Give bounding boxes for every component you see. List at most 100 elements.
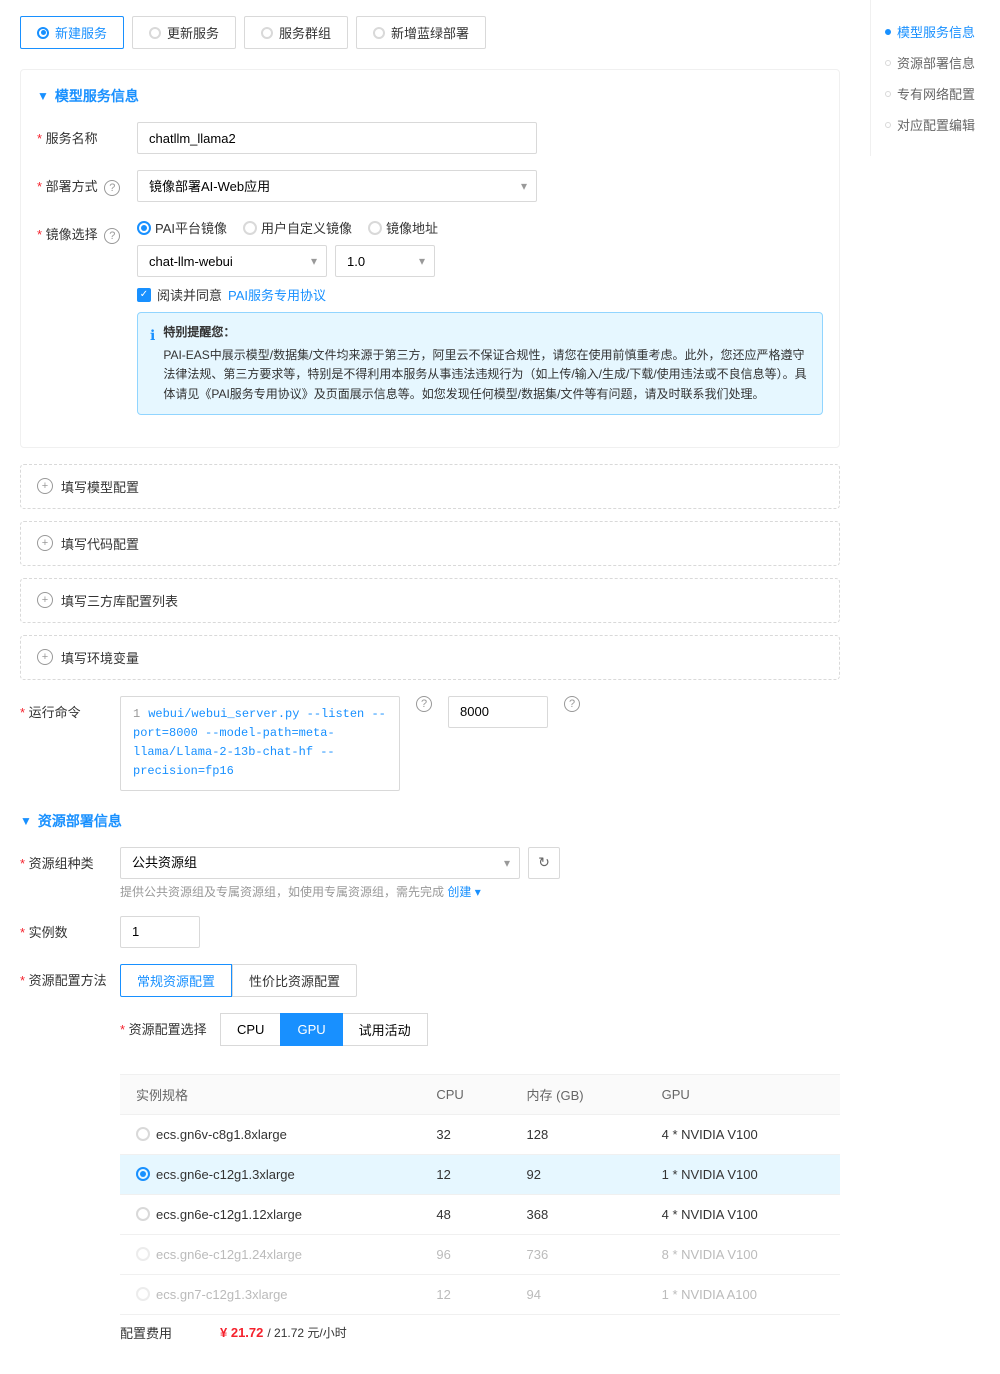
run-command-textarea[interactable]: 1webui/webui_server.py --listen --port=8… xyxy=(120,696,400,791)
cell-memory-2: 92 xyxy=(511,1154,646,1194)
radio-address-dot xyxy=(368,221,382,235)
cost-row: 配置费用 ¥ 21.72 / 21.72 元/小时 xyxy=(120,1323,840,1342)
run-command-content: 1webui/webui_server.py --listen --port=8… xyxy=(120,696,840,791)
image-select-help-icon[interactable]: ? xyxy=(104,228,120,244)
image-version-select[interactable]: 1.0 xyxy=(335,245,435,277)
row-radio-4 xyxy=(136,1247,150,1261)
plus-icon-third: + xyxy=(37,592,53,608)
create-link[interactable]: 创建 xyxy=(447,885,471,899)
resource-title: 资源部署信息 xyxy=(38,811,122,831)
instance-table-body: ecs.gn6v-c8g1.8xlarge 32 128 4 * NVIDIA … xyxy=(120,1114,840,1314)
dropdown-link[interactable]: ▾ xyxy=(475,885,481,899)
instance-table-head: 实例规格 CPU 内存 (GB) GPU xyxy=(120,1074,840,1114)
collapse-icon[interactable]: ▼ xyxy=(37,89,49,103)
info-icon: ℹ xyxy=(150,324,155,404)
cell-gpu-3: 4 * NVIDIA V100 xyxy=(646,1194,840,1234)
nav-circle-resource xyxy=(885,60,891,66)
nav-model-info-label: 模型服务信息 xyxy=(897,22,975,41)
tab-radio-blue xyxy=(373,27,385,39)
tab-update-service[interactable]: 更新服务 xyxy=(132,16,236,49)
tab-blue-green-label: 新增蓝绿部署 xyxy=(391,23,469,42)
image-name-wrapper: chat-llm-webui xyxy=(137,245,327,277)
resource-config-method-row: 资源配置方法 常规资源配置 性价比资源配置 资源配置选择 xyxy=(20,964,840,1342)
trial-button[interactable]: 试用活动 xyxy=(342,1013,428,1046)
radio-pai[interactable]: PAI平台镜像 xyxy=(137,218,227,237)
nav-circle-config xyxy=(885,122,891,128)
cell-gpu-2: 1 * NVIDIA V100 xyxy=(646,1154,840,1194)
resource-collapse-icon[interactable]: ▼ xyxy=(20,814,32,828)
service-name-input[interactable] xyxy=(137,122,537,154)
port-help-icon[interactable]: ? xyxy=(564,696,580,712)
tab-new-service[interactable]: 新建服务 xyxy=(20,16,124,49)
resource-group-select[interactable]: 公共资源组 xyxy=(120,847,520,879)
table-header-row: 实例规格 CPU 内存 (GB) GPU xyxy=(120,1074,840,1114)
resource-group-row: 资源组种类 公共资源组 ↻ 提供公共资源组及专属资源组，如使用专属资源组，需先完… xyxy=(20,847,840,900)
env-vars-label: 填写环境变量 xyxy=(61,648,139,667)
top-tabs: 新建服务 更新服务 服务群组 新增蓝绿部署 xyxy=(20,16,840,49)
radio-custom-dot xyxy=(243,221,257,235)
notice-content: 特别提醒您： PAI-EAS中展示模型/数据集/文件均来源于第三方，阿里云不保证… xyxy=(163,323,810,404)
resource-select-wrapper: 公共资源组 xyxy=(120,847,520,879)
instance-count-input[interactable] xyxy=(120,916,200,948)
radio-address[interactable]: 镜像地址 xyxy=(368,218,438,237)
table-row[interactable]: ecs.gn6e-c12g1.3xlarge 12 92 1 * NVIDIA … xyxy=(120,1154,840,1194)
cost-suffix: / 21.72 元/小时 xyxy=(267,1324,346,1341)
nav-model-info[interactable]: 模型服务信息 xyxy=(881,16,990,47)
model-info-header: ▼ 模型服务信息 xyxy=(37,86,823,106)
nav-config-edit-label: 对应配置编辑 xyxy=(897,115,975,134)
plus-icon-model: + xyxy=(37,478,53,494)
row-radio-2 xyxy=(136,1167,150,1181)
model-config-section[interactable]: + 填写模型配置 xyxy=(20,464,840,509)
cell-instance-name: ecs.gn6v-c8g1.8xlarge xyxy=(120,1114,420,1154)
command-text: webui/webui_server.py --listen --port=80… xyxy=(133,707,386,779)
resource-config-select-content: CPU GPU 试用活动 xyxy=(220,1013,840,1062)
command-help-icon[interactable]: ? xyxy=(416,696,432,712)
resource-group-help: 提供公共资源组及专属资源组，如使用专属资源组，需先完成 创建 ▾ xyxy=(120,883,840,900)
third-party-row: + 填写三方库配置列表 xyxy=(37,591,823,610)
col-instance: 实例规格 xyxy=(120,1074,420,1114)
table-row[interactable]: ecs.gn6e-c12g1.12xlarge 48 368 4 * NVIDI… xyxy=(120,1194,840,1234)
nav-config-edit[interactable]: 对应配置编辑 xyxy=(881,109,990,140)
cell-gpu-5: 1 * NVIDIA A100 xyxy=(646,1274,840,1314)
third-party-section[interactable]: + 填写三方库配置列表 xyxy=(20,578,840,623)
model-config-row: + 填写模型配置 xyxy=(37,477,823,496)
cell-instance-name: ecs.gn6e-c12g1.12xlarge xyxy=(120,1194,420,1234)
notice-title: 特别提醒您： xyxy=(163,323,810,342)
port-input[interactable] xyxy=(448,696,548,728)
deploy-method-content: 镜像部署AI-Web应用 xyxy=(137,170,823,202)
tab-radio-update xyxy=(149,27,161,39)
cell-memory-3: 368 xyxy=(511,1194,646,1234)
agreement-checkbox[interactable] xyxy=(137,288,151,302)
config-tab-cost[interactable]: 性价比资源配置 xyxy=(232,964,357,997)
tab-update-service-label: 更新服务 xyxy=(167,23,219,42)
resource-config-select-row: 资源配置选择 CPU GPU 试用活动 xyxy=(120,1013,840,1062)
command-row: 1webui/webui_server.py --listen --port=8… xyxy=(120,696,840,791)
resource-config-method-label: 资源配置方法 xyxy=(20,964,120,989)
env-vars-section[interactable]: + 填写环境变量 xyxy=(20,635,840,680)
cell-instance-name: ecs.gn7-c12g1.3xlarge xyxy=(120,1274,420,1314)
agreement-link[interactable]: PAI服务专用协议 xyxy=(228,285,326,304)
nav-network-config[interactable]: 专有网络配置 xyxy=(881,78,990,109)
deploy-method-help-icon[interactable]: ? xyxy=(104,180,120,196)
nav-network-config-label: 专有网络配置 xyxy=(897,84,975,103)
image-select-row: 镜像选择 ? PAI平台镜像 用户自定义镜像 xyxy=(37,218,823,415)
code-config-label: 填写代码配置 xyxy=(61,534,139,553)
resource-group-inputs: 公共资源组 ↻ xyxy=(120,847,840,879)
config-tabs: 常规资源配置 性价比资源配置 xyxy=(120,964,840,997)
run-command-row: 运行命令 1webui/webui_server.py --listen --p… xyxy=(20,696,840,791)
line-number: 1 xyxy=(133,707,140,721)
code-config-section[interactable]: + 填写代码配置 xyxy=(20,521,840,566)
table-row[interactable]: ecs.gn6v-c8g1.8xlarge 32 128 4 * NVIDIA … xyxy=(120,1114,840,1154)
image-name-select[interactable]: chat-llm-webui xyxy=(137,245,327,277)
config-tab-normal[interactable]: 常规资源配置 xyxy=(120,964,232,997)
radio-custom[interactable]: 用户自定义镜像 xyxy=(243,218,352,237)
cpu-button[interactable]: CPU xyxy=(220,1013,281,1046)
cell-gpu-1: 4 * NVIDIA V100 xyxy=(646,1114,840,1154)
deploy-method-select[interactable]: 镜像部署AI-Web应用 xyxy=(137,170,537,202)
tab-blue-green[interactable]: 新增蓝绿部署 xyxy=(356,16,486,49)
refresh-button[interactable]: ↻ xyxy=(528,847,560,879)
tab-service-group[interactable]: 服务群组 xyxy=(244,16,348,49)
nav-resource-info[interactable]: 资源部署信息 xyxy=(881,47,990,78)
notice-box: ℹ 特别提醒您： PAI-EAS中展示模型/数据集/文件均来源于第三方，阿里云不… xyxy=(137,312,823,415)
gpu-button[interactable]: GPU xyxy=(280,1013,342,1046)
